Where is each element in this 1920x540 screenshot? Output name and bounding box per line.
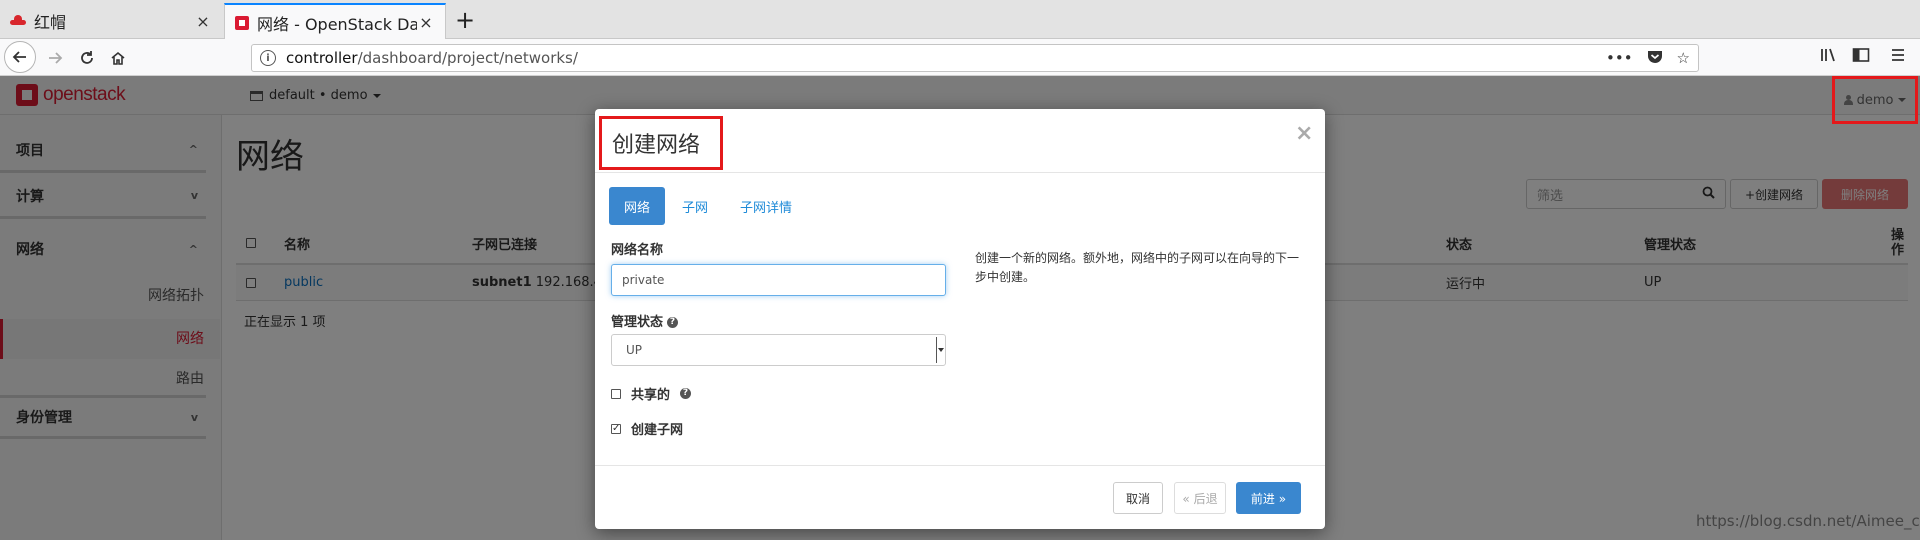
arrow-right-icon bbox=[49, 52, 63, 64]
dialog-footer: 取消 « 后退 前进 » bbox=[595, 465, 1325, 529]
close-icon[interactable]: × bbox=[1295, 121, 1313, 146]
help-icon[interactable]: ? bbox=[680, 388, 692, 399]
watermark-text: https://blog.csdn.net/Aimee_c bbox=[1696, 512, 1920, 530]
next-button[interactable]: 前进 » bbox=[1236, 482, 1301, 514]
wizard-tabs: 网络 子网 子网详情 bbox=[609, 187, 809, 225]
redhat-favicon-icon bbox=[10, 15, 26, 27]
browser-tab-redhat[interactable]: 红帽 × bbox=[0, 3, 222, 39]
browser-nav-bar: i controller /dashboard/project/networks… bbox=[0, 39, 1920, 76]
reload-icon bbox=[81, 51, 93, 64]
sidebar-toggle-icon[interactable] bbox=[1852, 47, 1870, 68]
tab-subnet-details[interactable]: 子网详情 bbox=[725, 187, 807, 225]
library-icon[interactable] bbox=[1820, 47, 1838, 68]
dialog-header: 创建网络 × bbox=[595, 109, 1325, 173]
menu-hamburger-icon[interactable] bbox=[1890, 47, 1906, 68]
browser-tab-title: 红帽 bbox=[34, 13, 67, 32]
close-tab-icon[interactable]: × bbox=[194, 12, 212, 31]
browser-tab-title: 网络 - OpenStack Dashboard bbox=[257, 14, 417, 34]
openstack-favicon-icon bbox=[235, 15, 249, 30]
admin-state-value: UP bbox=[626, 343, 643, 357]
arrow-left-icon bbox=[12, 51, 26, 63]
home-icon bbox=[111, 51, 125, 65]
user-name: demo bbox=[1856, 92, 1894, 108]
user-menu[interactable]: demo bbox=[1832, 76, 1918, 124]
address-bar[interactable]: i controller /dashboard/project/networks… bbox=[251, 44, 1699, 72]
site-info-icon[interactable]: i bbox=[260, 50, 276, 66]
network-name-input[interactable] bbox=[611, 264, 946, 296]
shared-label: 共享的 bbox=[631, 388, 671, 403]
forward-button[interactable] bbox=[40, 43, 70, 73]
create-subnet-checkbox-row[interactable]: 创建子网 bbox=[611, 419, 683, 438]
dialog-description: 创建一个新的网络。额外地，网络中的子网可以在向导的下一步中创建。 bbox=[975, 251, 1300, 284]
home-button[interactable] bbox=[103, 43, 133, 73]
cancel-button[interactable]: 取消 bbox=[1113, 482, 1163, 514]
page-actions-icon[interactable]: ••• bbox=[1606, 49, 1633, 67]
back-button[interactable] bbox=[4, 41, 36, 73]
shared-checkbox-row[interactable]: 共享的 ? bbox=[611, 384, 692, 403]
new-tab-button[interactable]: + bbox=[455, 6, 475, 34]
admin-state-label: 管理状态 bbox=[611, 315, 664, 330]
bookmark-star-icon[interactable]: ☆ bbox=[1677, 49, 1690, 67]
admin-state-select[interactable]: UP bbox=[611, 334, 946, 366]
reload-button[interactable] bbox=[72, 43, 102, 73]
create-subnet-label: 创建子网 bbox=[631, 423, 684, 438]
browser-tab-openstack[interactable]: 网络 - OpenStack Dashboard × bbox=[224, 3, 446, 40]
dialog-title: 创建网络 bbox=[599, 116, 723, 170]
network-name-label: 网络名称 bbox=[611, 243, 664, 258]
close-tab-icon[interactable]: × bbox=[417, 13, 435, 32]
pocket-icon[interactable] bbox=[1647, 49, 1663, 68]
create-network-dialog: 创建网络 × 网络 子网 子网详情 网络名称 管理状态? UP 共享的 ? 创建… bbox=[595, 109, 1325, 529]
tab-network[interactable]: 网络 bbox=[609, 187, 666, 225]
dropdown-arrow-icon bbox=[936, 337, 944, 363]
tab-subnet[interactable]: 子网 bbox=[667, 187, 723, 225]
url-host: controller bbox=[286, 49, 358, 67]
admin-state-label-row: 管理状态? bbox=[611, 311, 679, 330]
create-subnet-checkbox[interactable] bbox=[611, 423, 621, 434]
browser-tab-bar: 红帽 × 网络 - OpenStack Dashboard × + bbox=[0, 0, 1920, 40]
back-button-wizard[interactable]: « 后退 bbox=[1174, 482, 1226, 514]
shared-checkbox[interactable] bbox=[611, 388, 621, 399]
user-icon bbox=[1843, 95, 1853, 105]
url-path: /dashboard/project/networks/ bbox=[357, 49, 578, 67]
help-icon[interactable]: ? bbox=[667, 317, 679, 328]
caret-down-icon bbox=[1898, 98, 1907, 102]
